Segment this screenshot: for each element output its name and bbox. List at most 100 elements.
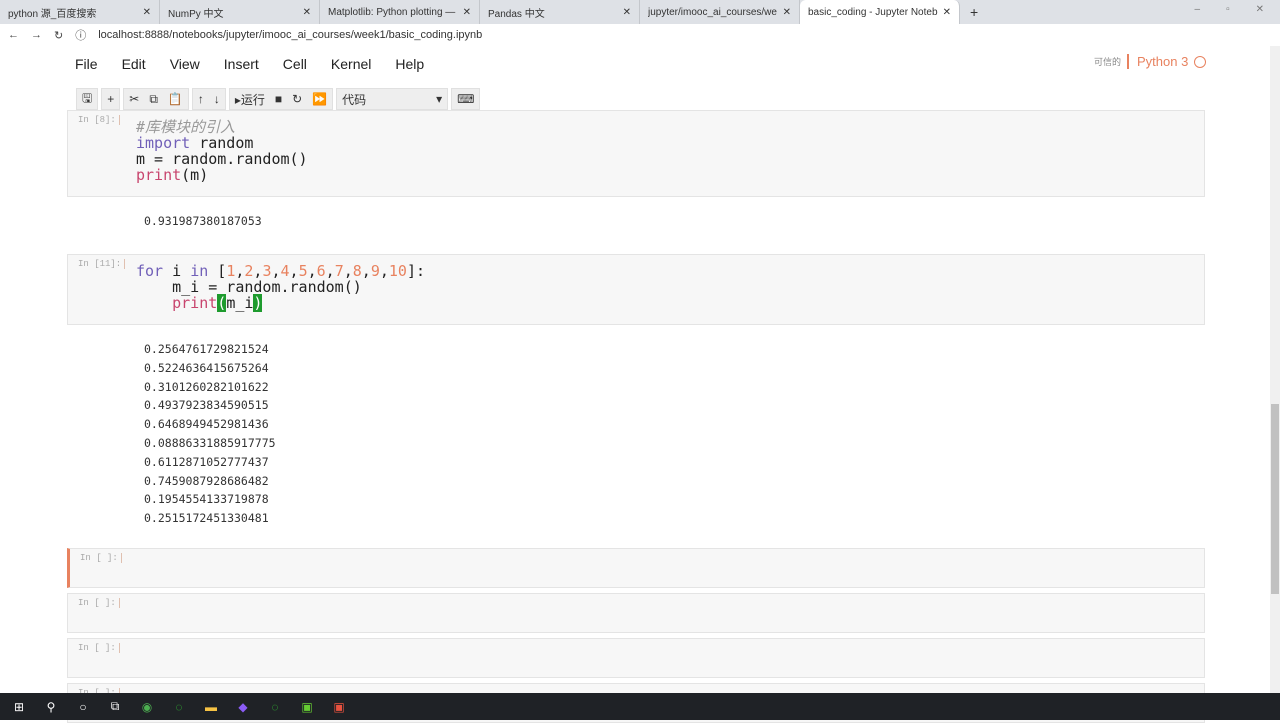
output-line: 0.2515172451330481 [144,511,269,526]
browser-tab[interactable]: NumPy 中文 ✕ [160,0,320,24]
reload-icon[interactable]: ↻ [54,29,63,42]
run-label: 运行 [240,92,265,107]
code-cell[interactable]: In [ ]: [67,593,1205,633]
move-down-icon[interactable]: ↓ [214,92,220,106]
browser-tab[interactable]: Pandas 中文 ✕ [480,0,640,24]
output-line: 0.1954554133719878 [144,492,269,507]
tab-title: basic_coding - Jupyter Notebo [808,6,938,18]
address-bar: ← → ↻ ⓘ localhost:8888/notebooks/jupyter/i… [0,24,1280,46]
code-token: (m) [181,166,209,184]
browser-tab[interactable]: Matplotlib: Python plotting — ✕ [320,0,480,24]
notebook-toolbar: 🖫 + ✂ ⧉ 📋 ↑ ↓ ▸运行 ■ ↻ ⏩ 代码 ▾ ⌨ [76,88,481,110]
scrollbar-thumb[interactable] [1271,404,1279,594]
code-editor[interactable]: for i in [1,2,3,4,5,6,7,8,9,10]: m_i = r… [136,262,425,312]
code-token: m_i [226,294,254,312]
browser-tab[interactable]: python 源_百度搜索 ✕ [0,0,160,24]
menu-edit[interactable]: Edit [122,56,146,72]
output-line: 0.6112871052777437 [144,454,269,469]
code-cell-selected[interactable]: In [ ]: [67,548,1205,588]
kernel-indicator: 可信的 Python 3 [1094,54,1207,69]
add-cell-icon[interactable]: + [107,92,114,106]
cut-icon[interactable]: ✂ [129,92,139,106]
app-icon[interactable]: ◌ [266,698,284,716]
tab-title: Pandas 中文 [488,8,545,20]
code-number: 9 [370,262,380,280]
save-icon[interactable]: 🖫 [82,89,92,110]
file-explorer-icon[interactable]: ▬ [202,698,220,716]
menu-kernel[interactable]: Kernel [331,56,371,72]
output-line: 0.2564761729821524 [144,342,269,356]
info-icon: ⓘ [75,30,87,42]
chevron-down-icon: ▾ [436,92,443,106]
menu-file[interactable]: File [75,56,98,72]
output-line: 0.3101260282101622 [144,379,269,394]
visual-studio-icon[interactable]: ◆ [234,698,252,716]
output-line: 0.6468949452981436 [144,417,269,432]
code-number: 10 [388,262,407,280]
scrollbar[interactable] [1270,46,1280,693]
close-icon[interactable]: ✕ [143,7,151,18]
stop-icon[interactable]: ■ [275,92,282,106]
code-cell[interactable]: In [11]: for i in [1,2,3,4,5,6,7,8,9,10]… [67,254,1205,325]
windows-start-icon[interactable]: ⊞ [10,698,28,716]
run-button[interactable]: ▸运行 [235,91,265,108]
cell-prompt: In [ ]: [78,598,120,608]
kernel-name: Python 3 [1127,54,1188,69]
restart-icon[interactable]: ↻ [292,92,302,106]
cortana-icon[interactable]: ○ [74,698,92,716]
close-window-icon[interactable]: ✕ [1256,4,1264,20]
back-icon[interactable]: ← [8,29,19,41]
tab-title: Matplotlib: Python plotting — [328,6,456,18]
browser-tab[interactable]: jupyter/imooc_ai_courses/we ✕ [640,0,800,24]
code-editor[interactable]: #库模块的引入 import random m = random.random(… [136,119,308,183]
close-icon[interactable]: ✕ [303,7,311,18]
cell-prompt: In [8]: [78,115,120,125]
url-input[interactable]: localhost:8888/notebooks/jupyter/imooc_a… [98,29,482,41]
code-cell[interactable]: In [ ]: [67,638,1205,678]
paste-icon[interactable]: 📋 [168,92,183,106]
close-icon[interactable]: ✕ [783,7,791,18]
maximize-icon[interactable]: ▫ [1226,4,1230,20]
cell-output: 0.2564761729821524 0.5224636415675264 0.… [144,340,276,528]
code-cell[interactable]: In [8]: #库模块的引入 import random m = random… [67,110,1205,197]
task-view-icon[interactable]: ⧉ [106,698,124,716]
output-line: 0.4937923834590515 [144,398,269,413]
app-icon[interactable]: ▣ [298,698,316,716]
menu-cell[interactable]: Cell [283,56,307,72]
taskbar: ⊞ ⚲ ○ ⧉ ◉ ◌ ▬ ◆ ◌ ▣ ▣ [0,693,1280,720]
forward-icon[interactable]: → [31,29,42,41]
fast-forward-icon[interactable]: ⏩ [312,92,327,106]
close-icon[interactable]: ✕ [943,7,951,18]
menu-help[interactable]: Help [395,56,424,72]
new-tab-button[interactable]: + [960,0,988,24]
trusted-label[interactable]: 可信的 [1094,55,1121,68]
close-icon[interactable]: ✕ [623,7,631,18]
kernel-idle-icon [1194,55,1207,68]
copy-icon[interactable]: ⧉ [149,92,158,107]
code-token: print [136,166,182,184]
matched-bracket: ( [217,294,227,312]
app-icon[interactable]: ▣ [330,698,348,716]
chrome-icon[interactable]: ◉ [138,698,156,716]
matched-bracket: ) [253,294,263,312]
tab-title: NumPy 中文 [168,8,224,20]
cell-prompt: In [ ]: [78,643,120,653]
code-token: ]: [406,262,425,280]
cell-prompt: In [11]: [78,259,126,269]
menu-insert[interactable]: Insert [224,56,259,72]
browser-tab-active[interactable]: basic_coding - Jupyter Notebo ✕ [800,0,960,24]
app-icon[interactable]: ◌ [170,698,188,716]
output-line: 0.7459087928686482 [144,473,269,488]
notebook-menubar: File Edit View Insert Cell Kernel Help [75,56,424,72]
close-icon[interactable]: ✕ [463,7,471,18]
cell-type-select[interactable]: 代码 ▾ [336,88,449,110]
output-line: 0.5224636415675264 [144,360,269,375]
move-up-icon[interactable]: ↑ [198,92,204,106]
tab-title: jupyter/imooc_ai_courses/we [648,6,777,18]
minimize-icon[interactable]: – [1195,4,1201,20]
search-icon[interactable]: ⚲ [42,698,60,716]
keyboard-icon[interactable]: ⌨ [457,92,474,106]
menu-view[interactable]: View [170,56,200,72]
output-line: 0.08886331885917775 [144,435,276,450]
